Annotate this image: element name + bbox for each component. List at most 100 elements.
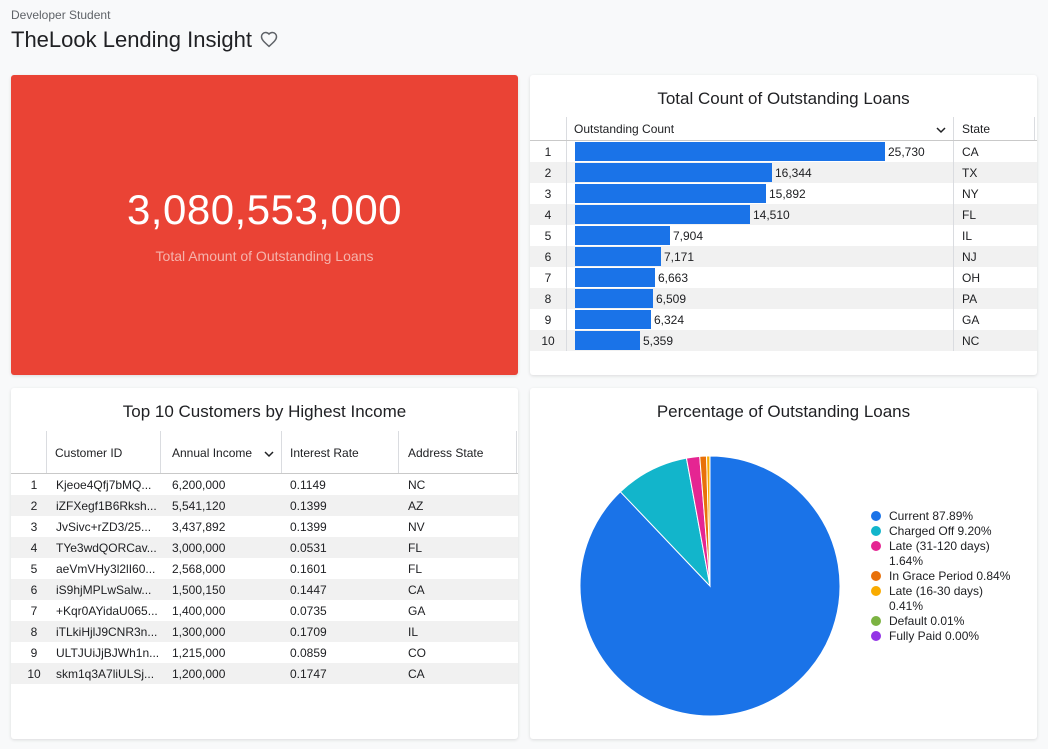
loans-by-state-title: Total Count of Outstanding Loans: [657, 89, 910, 108]
annual-income: 6,200,000: [172, 478, 226, 492]
pie-chart-plot[interactable]: [560, 436, 860, 736]
legend-label: Default 0.01%: [889, 614, 965, 628]
table-row[interactable]: 1 Kjeoe4Qfj7bMQ... 6,200,000 0.1149 NC: [11, 474, 518, 495]
count-bar: [575, 163, 772, 182]
table-row[interactable]: 6 iS9hjMPLwSalw... 1,500,150 0.1447 CA: [11, 579, 518, 600]
customer-id: iZFXegf1B6Rksh...: [56, 499, 157, 513]
table-row[interactable]: 6 7,171 NJ: [530, 246, 1037, 267]
column-header-annual-income[interactable]: Annual Income: [172, 446, 252, 460]
legend-item[interactable]: Default 0.01%: [871, 614, 1019, 629]
annual-income: 1,300,000: [172, 625, 226, 639]
row-number: 9: [30, 646, 38, 660]
table-row[interactable]: 7 +Kqr0AYidaU065... 1,400,000 0.0735 GA: [11, 600, 518, 621]
state-value: NC: [962, 334, 980, 348]
row-number: 10: [27, 667, 41, 681]
legend-item[interactable]: Charged Off 9.20%: [871, 524, 1019, 539]
legend-swatch: [871, 616, 881, 626]
customer-id: ULTJUiJjBJWh1n...: [56, 646, 160, 660]
customer-id: iTLkiHjlJ9CNR3n...: [56, 625, 158, 639]
legend-label: Late (31-120 days) 1.64%: [889, 539, 990, 568]
table-row[interactable]: 8 6,509 PA: [530, 288, 1037, 309]
loans-by-state-table[interactable]: Total Count of Outstanding Loans Outstan…: [530, 75, 1037, 375]
row-number: 1: [544, 145, 552, 159]
interest-rate: 0.1709: [290, 625, 327, 639]
interest-rate: 0.1149: [290, 478, 326, 492]
table-row[interactable]: 2 16,344 TX: [530, 162, 1037, 183]
sort-desc-chevron-icon[interactable]: [936, 125, 946, 135]
table-row[interactable]: 2 iZFXegf1B6Rksh... 5,541,120 0.1399 AZ: [11, 495, 518, 516]
kpi-scorecard[interactable]: 3,080,553,000 Total Amount of Outstandin…: [11, 75, 518, 375]
table-row[interactable]: 3 JvSivc+rZD3/25... 3,437,892 0.1399 NV: [11, 516, 518, 537]
annual-income: 3,000,000: [172, 541, 226, 555]
table-row[interactable]: 3 15,892 NY: [530, 183, 1037, 204]
address-state: NV: [408, 520, 425, 534]
table-row[interactable]: 8 iTLkiHjlJ9CNR3n... 1,300,000 0.1709 IL: [11, 621, 518, 642]
row-number: 1: [30, 478, 38, 492]
table-header: Outstanding Count State: [530, 117, 1037, 141]
annual-income: 1,215,000: [172, 646, 226, 660]
count-value: 7,904: [673, 229, 704, 243]
legend-item[interactable]: Late (16-30 days) 0.41%: [871, 584, 1019, 614]
legend-item[interactable]: Late (31-120 days) 1.64%: [871, 539, 1019, 569]
column-header-address-state[interactable]: Address State: [408, 446, 483, 460]
customer-id: +Kqr0AYidaU065...: [56, 604, 158, 618]
row-number: 5: [30, 562, 38, 576]
breadcrumb[interactable]: Developer Student: [11, 8, 110, 22]
table-row[interactable]: 7 6,663 OH: [530, 267, 1037, 288]
row-number: 8: [544, 292, 552, 306]
table-row[interactable]: 4 14,510 FL: [530, 204, 1037, 225]
annual-income: 1,400,000: [172, 604, 226, 618]
table-row[interactable]: 10 skm1q3A7liULSj... 1,200,000 0.1747 CA: [11, 663, 518, 684]
legend-swatch: [871, 526, 881, 536]
interest-rate: 0.0735: [290, 604, 327, 618]
legend-label: Charged Off 9.20%: [889, 524, 992, 538]
address-state: IL: [408, 625, 419, 639]
customer-id: JvSivc+rZD3/25...: [56, 520, 152, 534]
table-row[interactable]: 9 6,324 GA: [530, 309, 1037, 330]
loan-status-pie-chart[interactable]: Percentage of Outstanding Loans Current …: [530, 388, 1037, 739]
row-number: 4: [30, 541, 38, 555]
kpi-value: 3,080,553,000: [126, 186, 403, 233]
address-state: AZ: [408, 499, 424, 513]
count-value: 6,324: [654, 313, 685, 327]
count-value: 16,344: [775, 166, 812, 180]
top-customers-table[interactable]: Top 10 Customers by Highest Income Custo…: [11, 388, 518, 739]
interest-rate: 0.0859: [290, 646, 327, 660]
column-header-state[interactable]: State: [962, 122, 990, 136]
count-bar: [575, 268, 655, 287]
legend-item[interactable]: In Grace Period 0.84%: [871, 569, 1019, 584]
column-header-outstanding-count[interactable]: Outstanding Count: [574, 122, 674, 136]
state-value: OH: [962, 271, 980, 285]
customer-id: TYe3wdQORCav...: [56, 541, 157, 555]
state-value: NJ: [962, 250, 977, 264]
row-number: 8: [30, 625, 38, 639]
sort-desc-chevron-icon[interactable]: [264, 449, 274, 459]
favorite-heart-icon[interactable]: [260, 31, 278, 49]
row-number: 2: [30, 499, 38, 513]
row-number: 6: [544, 250, 552, 264]
interest-rate: 0.1447: [290, 583, 327, 597]
interest-rate: 0.1399: [290, 499, 327, 513]
table-row[interactable]: 5 aeVmVHy3l2lI60... 2,568,000 0.1601 FL: [11, 558, 518, 579]
count-bar: [575, 247, 661, 266]
table-row[interactable]: 9 ULTJUiJjBJWh1n... 1,215,000 0.0859 CO: [11, 642, 518, 663]
column-header-customer-id[interactable]: Customer ID: [55, 446, 122, 460]
table-row[interactable]: 5 7,904 IL: [530, 225, 1037, 246]
count-value: 6,509: [656, 292, 687, 306]
table-row[interactable]: 10 5,359 NC: [530, 330, 1037, 351]
state-value: TX: [962, 166, 978, 180]
legend-item[interactable]: Current 87.89%: [871, 509, 1019, 524]
annual-income: 1,200,000: [172, 667, 226, 681]
table-row[interactable]: 1 25,730 CA: [530, 141, 1037, 162]
customer-id: skm1q3A7liULSj...: [56, 667, 155, 681]
table-row[interactable]: 4 TYe3wdQORCav... 3,000,000 0.0531 FL: [11, 537, 518, 558]
address-state: FL: [408, 562, 423, 576]
address-state: GA: [408, 604, 426, 618]
legend-swatch: [871, 511, 881, 521]
interest-rate: 0.1601: [290, 562, 327, 576]
legend-item[interactable]: Fully Paid 0.00%: [871, 629, 1019, 644]
count-value: 6,663: [658, 271, 689, 285]
row-number: 5: [544, 229, 552, 243]
address-state: CA: [408, 667, 425, 681]
column-header-interest-rate[interactable]: Interest Rate: [290, 446, 359, 460]
